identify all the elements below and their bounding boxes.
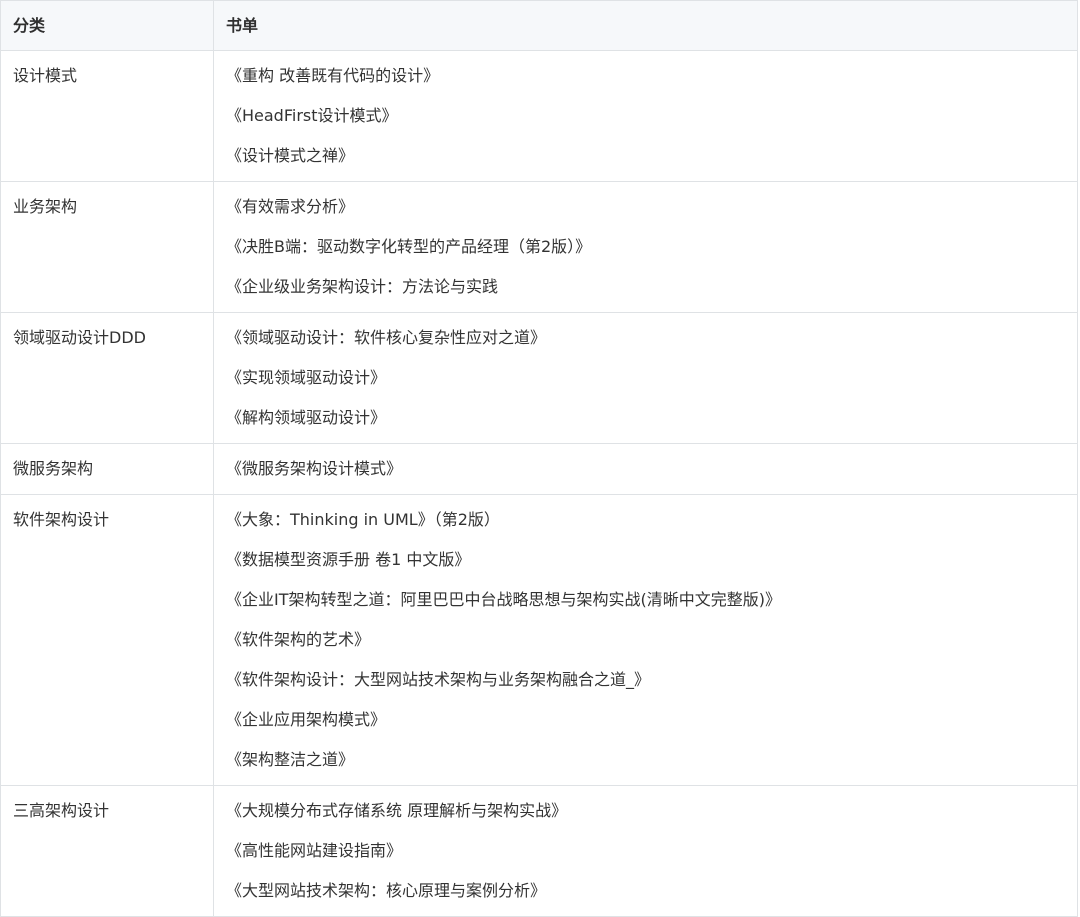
table-header-row: 分类 书单 [0, 0, 1078, 51]
book-title: 《企业应用架构模式》 [226, 710, 387, 729]
category-cell: 业务架构 [0, 181, 214, 313]
book-title: 《架构整洁之道》 [226, 750, 355, 769]
book-title: 《重构 改善既有代码的设计》 [226, 66, 440, 85]
books-cell: 《大象：Thinking in UML》（第2版） 《数据模型资源手册 卷1 中文… [213, 494, 1078, 786]
book-list: 《微服务架构设计模式》 [226, 449, 1065, 489]
table-body: 设计模式 《重构 改善既有代码的设计》 《HeadFirst设计模式》 《设计模式之禅… [0, 50, 1078, 917]
book-list: 《重构 改善既有代码的设计》 《HeadFirst设计模式》 《设计模式之禅》 [226, 56, 1065, 176]
books-cell: 《重构 改善既有代码的设计》 《HeadFirst设计模式》 《设计模式之禅》 [213, 50, 1078, 182]
book-title: 《大象：Thinking in UML》（第2版） [226, 510, 500, 529]
book-title: 《大型网站技术架构：核心原理与案例分析》 [226, 881, 547, 900]
book-title: 《微服务架构设计模式》 [226, 459, 403, 478]
book-title: 《有效需求分析》 [226, 197, 355, 216]
book-list: 《大象：Thinking in UML》（第2版） 《数据模型资源手册 卷1 中文… [226, 500, 1065, 780]
books-cell: 《大规模分布式存储系统 原理解析与架构实战》 《高性能网站建设指南》《大型网站技术… [213, 785, 1078, 917]
table-row: 设计模式 《重构 改善既有代码的设计》 《HeadFirst设计模式》 《设计模式之禅… [0, 50, 1078, 182]
category-cell: 领域驱动设计DDD [0, 312, 214, 444]
table-row: 领域驱动设计DDD 《领域驱动设计：软件核心复杂性应对之道》 《实现领域驱动设计》《… [0, 312, 1078, 444]
book-list: 《有效需求分析》《决胜B端：驱动数字化转型的产品经理（第2版）》 《企业级业务架构… [226, 187, 1065, 307]
book-title: 《企业IT架构转型之道：阿里巴巴中台战略思想与架构实战(清晰中文完整版)》 [226, 590, 781, 609]
book-title: 《设计模式之禅》 [226, 146, 355, 165]
book-title: 《企业级业务架构设计：方法论与实践 [226, 277, 499, 296]
book-title: 《决胜B端：驱动数字化转型的产品经理（第2版）》 [226, 237, 592, 256]
books-cell: 《有效需求分析》《决胜B端：驱动数字化转型的产品经理（第2版）》 《企业级业务架构… [213, 181, 1078, 313]
table-row: 三高架构设计 《大规模分布式存储系统 原理解析与架构实战》 《高性能网站建设指南》《… [0, 785, 1078, 917]
book-title: 《软件架构的艺术》 [226, 630, 371, 649]
book-list: 《领域驱动设计：软件核心复杂性应对之道》 《实现领域驱动设计》 《解构领域驱动设计》 [226, 318, 1065, 438]
table-row: 微服务架构 《微服务架构设计模式》 [0, 443, 1078, 495]
header-category: 分类 [0, 0, 214, 51]
book-list-table: 分类 书单 设计模式 《重构 改善既有代码的设计》 《HeadFirst设计模式》《… [0, 0, 1078, 917]
books-cell: 《微服务架构设计模式》 [213, 443, 1078, 495]
category-cell: 微服务架构 [0, 443, 214, 495]
table-row: 业务架构 《有效需求分析》《决胜B端：驱动数字化转型的产品经理（第2版）》 《企业级… [0, 181, 1078, 313]
table-row: 软件架构设计 《大象：Thinking in UML》（第2版） 《数据模型资源手册… [0, 494, 1078, 786]
book-title: 《软件架构设计：大型网站技术架构与业务架构融合之道_》 [226, 670, 651, 689]
book-title: 《数据模型资源手册 卷1 中文版》 [226, 550, 471, 569]
book-title: 《解构领域驱动设计》 [226, 408, 387, 427]
book-list: 《大规模分布式存储系统 原理解析与架构实战》 《高性能网站建设指南》《大型网站技术… [226, 791, 1065, 911]
book-title: 《高性能网站建设指南》 [226, 841, 403, 860]
book-title: 《领域驱动设计：软件核心复杂性应对之道》 [226, 328, 547, 347]
book-title: 《大规模分布式存储系统 原理解析与架构实战》 [226, 801, 568, 820]
books-cell: 《领域驱动设计：软件核心复杂性应对之道》 《实现领域驱动设计》 《解构领域驱动设计》 [213, 312, 1078, 444]
book-title: 《HeadFirst设计模式》 [226, 106, 398, 125]
header-books: 书单 [213, 0, 1078, 51]
book-title: 《实现领域驱动设计》 [226, 368, 387, 387]
category-cell: 设计模式 [0, 50, 214, 182]
category-cell: 三高架构设计 [0, 785, 214, 917]
category-cell: 软件架构设计 [0, 494, 214, 786]
